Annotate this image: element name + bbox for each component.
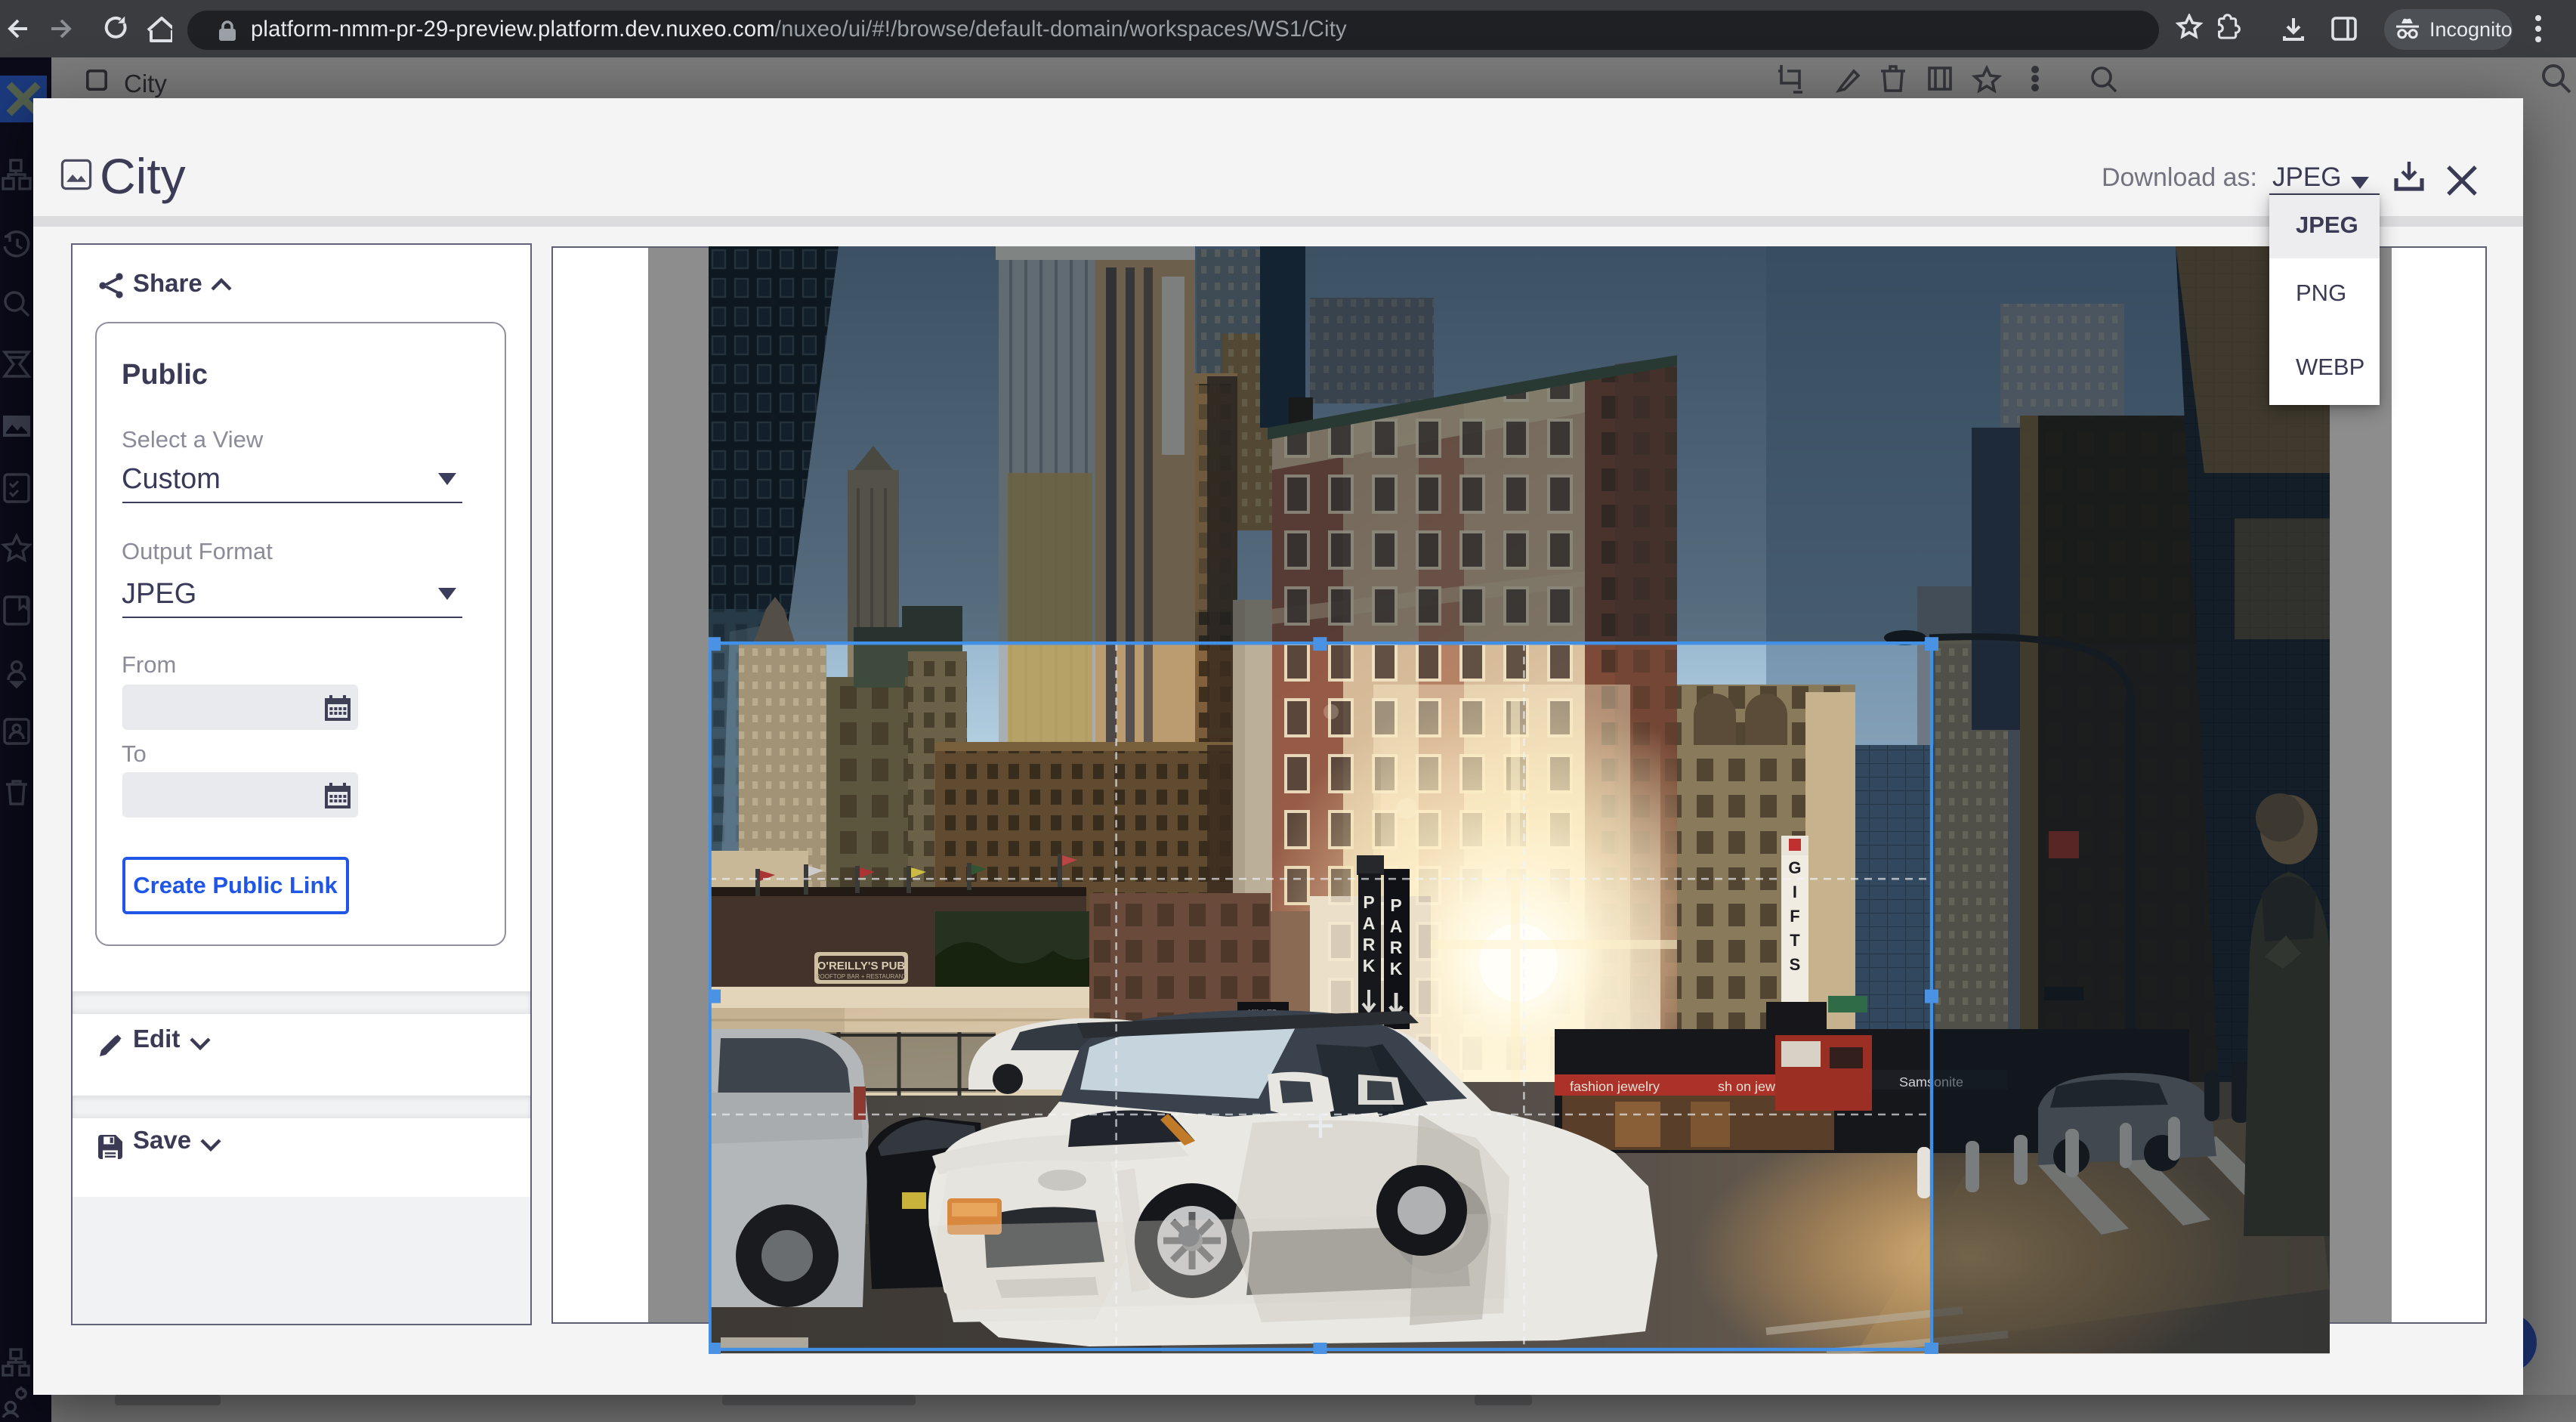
svg-text:S: S — [1789, 956, 1800, 975]
svg-text:F: F — [1789, 907, 1799, 926]
svg-text:R: R — [1389, 938, 1402, 958]
svg-text:ROOFTOP BAR + RESTAURANT: ROOFTOP BAR + RESTAURANT — [815, 974, 907, 981]
svg-text:K: K — [1389, 960, 1402, 979]
svg-text:I: I — [1792, 883, 1796, 902]
svg-text:A: A — [1389, 917, 1402, 937]
svg-text:R: R — [1362, 935, 1375, 955]
svg-text:P: P — [1389, 896, 1401, 916]
svg-text:G: G — [1787, 859, 1800, 878]
svg-text:P: P — [1362, 893, 1373, 913]
svg-text:O'REILLY'S PUB: O'REILLY'S PUB — [817, 960, 905, 973]
svg-text:A: A — [1362, 914, 1375, 934]
svg-text:K: K — [1362, 957, 1375, 976]
svg-text:fashion jewelry: fashion jewelry — [1569, 1080, 1659, 1095]
svg-text:T: T — [1789, 932, 1799, 951]
